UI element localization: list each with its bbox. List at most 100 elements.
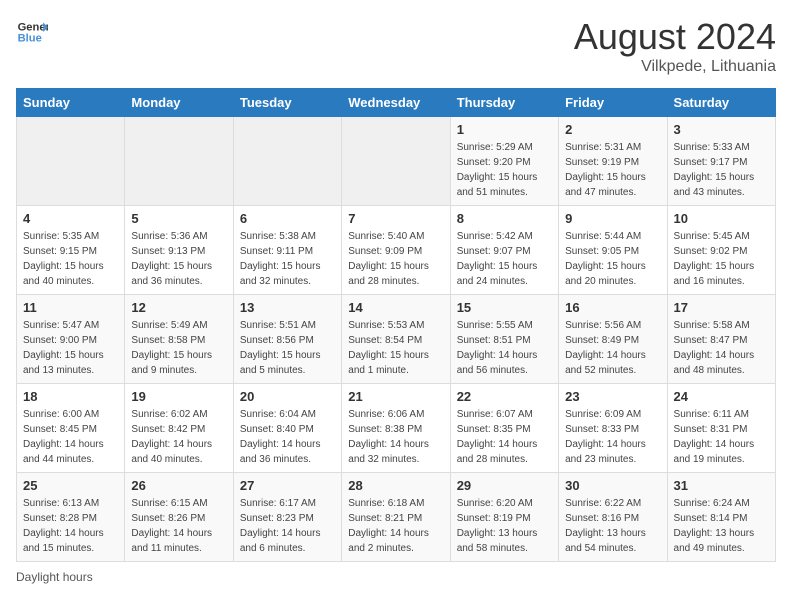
- day-info: Sunrise: 5:47 AM Sunset: 9:00 PM Dayligh…: [23, 318, 118, 378]
- day-number: 8: [457, 211, 552, 226]
- day-number: 16: [565, 300, 660, 315]
- day-info: Sunrise: 6:07 AM Sunset: 8:35 PM Dayligh…: [457, 407, 552, 467]
- header: General Blue August 2024 Vilkpede, Lithu…: [16, 16, 776, 76]
- calendar-cell: 1 Sunrise: 5:29 AM Sunset: 9:20 PM Daylig…: [450, 117, 558, 206]
- day-info: Sunrise: 6:18 AM Sunset: 8:21 PM Dayligh…: [348, 496, 443, 556]
- day-number: 7: [348, 211, 443, 226]
- calendar-cell: 19 Sunrise: 6:02 AM Sunset: 8:42 PM Dayli…: [125, 384, 233, 473]
- calendar-cell: 31Sunrise: 6:24 AM Sunset: 8:14 PM Dayli…: [667, 473, 775, 562]
- location-title: Vilkpede, Lithuania: [574, 58, 776, 76]
- day-number: 1: [457, 122, 552, 137]
- calendar-body: 1 Sunrise: 5:29 AM Sunset: 9:20 PM Daylig…: [17, 117, 776, 562]
- calendar-cell: [125, 117, 233, 206]
- day-number: 22: [457, 389, 552, 404]
- day-info: Sunrise: 5:55 AM Sunset: 8:51 PM Dayligh…: [457, 318, 552, 378]
- day-number: 17: [674, 300, 769, 315]
- day-number: 19: [131, 389, 226, 404]
- calendar-cell: 24Sunrise: 6:11 AM Sunset: 8:31 PM Dayli…: [667, 384, 775, 473]
- calendar-cell: 4 Sunrise: 5:35 AM Sunset: 9:15 PM Daylig…: [17, 206, 125, 295]
- calendar-cell: 21Sunrise: 6:06 AM Sunset: 8:38 PM Dayli…: [342, 384, 450, 473]
- day-info: Sunrise: 5:42 AM Sunset: 9:07 PM Dayligh…: [457, 229, 552, 289]
- calendar-cell: 25 Sunrise: 6:13 AM Sunset: 8:28 PM Dayli…: [17, 473, 125, 562]
- header-cell-wednesday: Wednesday: [342, 89, 450, 117]
- calendar-cell: 11 Sunrise: 5:47 AM Sunset: 9:00 PM Dayli…: [17, 295, 125, 384]
- calendar-cell: [233, 117, 341, 206]
- calendar-header: SundayMondayTuesdayWednesdayThursdayFrid…: [17, 89, 776, 117]
- day-number: 20: [240, 389, 335, 404]
- day-info: Sunrise: 5:31 AM Sunset: 9:19 PM Dayligh…: [565, 140, 660, 200]
- day-number: 4: [23, 211, 118, 226]
- day-info: Sunrise: 5:53 AM Sunset: 8:54 PM Dayligh…: [348, 318, 443, 378]
- day-number: 2: [565, 122, 660, 137]
- day-number: 9: [565, 211, 660, 226]
- day-info: Sunrise: 5:45 AM Sunset: 9:02 PM Dayligh…: [674, 229, 769, 289]
- day-number: 3: [674, 122, 769, 137]
- day-number: 13: [240, 300, 335, 315]
- day-info: Sunrise: 6:20 AM Sunset: 8:19 PM Dayligh…: [457, 496, 552, 556]
- calendar-week-3: 18Sunrise: 6:00 AM Sunset: 8:45 PM Dayli…: [17, 384, 776, 473]
- calendar-cell: 8 Sunrise: 5:42 AM Sunset: 9:07 PM Daylig…: [450, 206, 558, 295]
- day-info: Sunrise: 5:29 AM Sunset: 9:20 PM Dayligh…: [457, 140, 552, 200]
- calendar-cell: [342, 117, 450, 206]
- calendar-cell: 22 Sunrise: 6:07 AM Sunset: 8:35 PM Dayli…: [450, 384, 558, 473]
- month-title: August 2024: [574, 16, 776, 58]
- day-number: 28: [348, 478, 443, 493]
- header-row: SundayMondayTuesdayWednesdayThursdayFrid…: [17, 89, 776, 117]
- day-number: 15: [457, 300, 552, 315]
- day-info: Sunrise: 5:33 AM Sunset: 9:17 PM Dayligh…: [674, 140, 769, 200]
- calendar-cell: 30 Sunrise: 6:22 AM Sunset: 8:16 PM Dayli…: [559, 473, 667, 562]
- calendar-cell: 23 Sunrise: 6:09 AM Sunset: 8:33 PM Dayli…: [559, 384, 667, 473]
- calendar-cell: 14 Sunrise: 5:53 AM Sunset: 8:54 PM Dayli…: [342, 295, 450, 384]
- day-number: 23: [565, 389, 660, 404]
- day-number: 10: [674, 211, 769, 226]
- calendar-cell: 20Sunrise: 6:04 AM Sunset: 8:40 PM Dayli…: [233, 384, 341, 473]
- calendar-cell: 16 Sunrise: 5:56 AM Sunset: 8:49 PM Dayli…: [559, 295, 667, 384]
- calendar-table: SundayMondayTuesdayWednesdayThursdayFrid…: [16, 88, 776, 562]
- day-info: Sunrise: 6:02 AM Sunset: 8:42 PM Dayligh…: [131, 407, 226, 467]
- calendar-cell: 9 Sunrise: 5:44 AM Sunset: 9:05 PM Daylig…: [559, 206, 667, 295]
- day-number: 30: [565, 478, 660, 493]
- day-number: 31: [674, 478, 769, 493]
- day-number: 12: [131, 300, 226, 315]
- calendar-cell: 10 Sunrise: 5:45 AM Sunset: 9:02 PM Dayli…: [667, 206, 775, 295]
- header-cell-sunday: Sunday: [17, 89, 125, 117]
- day-info: Sunrise: 6:13 AM Sunset: 8:28 PM Dayligh…: [23, 496, 118, 556]
- day-number: 14: [348, 300, 443, 315]
- calendar-week-1: 4 Sunrise: 5:35 AM Sunset: 9:15 PM Daylig…: [17, 206, 776, 295]
- day-info: Sunrise: 5:35 AM Sunset: 9:15 PM Dayligh…: [23, 229, 118, 289]
- day-info: Sunrise: 5:38 AM Sunset: 9:11 PM Dayligh…: [240, 229, 335, 289]
- calendar-cell: 28 Sunrise: 6:18 AM Sunset: 8:21 PM Dayli…: [342, 473, 450, 562]
- calendar-week-0: 1 Sunrise: 5:29 AM Sunset: 9:20 PM Daylig…: [17, 117, 776, 206]
- day-info: Sunrise: 5:36 AM Sunset: 9:13 PM Dayligh…: [131, 229, 226, 289]
- header-cell-monday: Monday: [125, 89, 233, 117]
- day-info: Sunrise: 6:06 AM Sunset: 8:38 PM Dayligh…: [348, 407, 443, 467]
- day-info: Sunrise: 6:09 AM Sunset: 8:33 PM Dayligh…: [565, 407, 660, 467]
- day-info: Sunrise: 5:56 AM Sunset: 8:49 PM Dayligh…: [565, 318, 660, 378]
- day-number: 26: [131, 478, 226, 493]
- header-cell-thursday: Thursday: [450, 89, 558, 117]
- calendar-cell: 27Sunrise: 6:17 AM Sunset: 8:23 PM Dayli…: [233, 473, 341, 562]
- calendar-cell: 2 Sunrise: 5:31 AM Sunset: 9:19 PM Daylig…: [559, 117, 667, 206]
- day-info: Sunrise: 6:15 AM Sunset: 8:26 PM Dayligh…: [131, 496, 226, 556]
- day-number: 11: [23, 300, 118, 315]
- calendar-cell: [17, 117, 125, 206]
- day-info: Sunrise: 6:22 AM Sunset: 8:16 PM Dayligh…: [565, 496, 660, 556]
- day-info: Sunrise: 5:51 AM Sunset: 8:56 PM Dayligh…: [240, 318, 335, 378]
- day-info: Sunrise: 6:00 AM Sunset: 8:45 PM Dayligh…: [23, 407, 118, 467]
- calendar-cell: 17Sunrise: 5:58 AM Sunset: 8:47 PM Dayli…: [667, 295, 775, 384]
- logo: General Blue: [16, 16, 48, 48]
- day-info: Sunrise: 5:40 AM Sunset: 9:09 PM Dayligh…: [348, 229, 443, 289]
- day-number: 25: [23, 478, 118, 493]
- title-area: August 2024 Vilkpede, Lithuania: [574, 16, 776, 76]
- footer-note: Daylight hours: [16, 570, 776, 584]
- day-info: Sunrise: 6:17 AM Sunset: 8:23 PM Dayligh…: [240, 496, 335, 556]
- calendar-week-4: 25 Sunrise: 6:13 AM Sunset: 8:28 PM Dayli…: [17, 473, 776, 562]
- day-number: 29: [457, 478, 552, 493]
- day-info: Sunrise: 5:49 AM Sunset: 8:58 PM Dayligh…: [131, 318, 226, 378]
- header-cell-friday: Friday: [559, 89, 667, 117]
- calendar-cell: 13 Sunrise: 5:51 AM Sunset: 8:56 PM Dayli…: [233, 295, 341, 384]
- day-info: Sunrise: 5:44 AM Sunset: 9:05 PM Dayligh…: [565, 229, 660, 289]
- calendar-cell: 26 Sunrise: 6:15 AM Sunset: 8:26 PM Dayli…: [125, 473, 233, 562]
- calendar-cell: 6Sunrise: 5:38 AM Sunset: 9:11 PM Daylig…: [233, 206, 341, 295]
- calendar-cell: 3 Sunrise: 5:33 AM Sunset: 9:17 PM Daylig…: [667, 117, 775, 206]
